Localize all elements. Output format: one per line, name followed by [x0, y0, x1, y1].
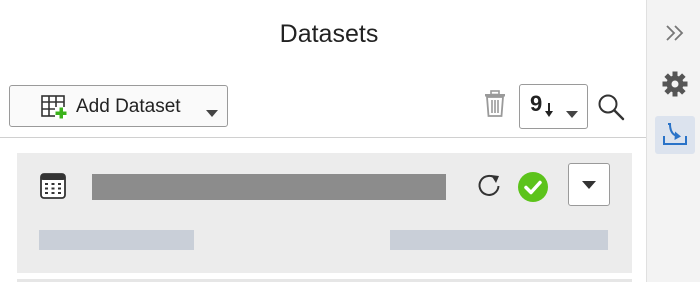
settings-button[interactable]: [655, 65, 695, 103]
panel-title: Datasets: [279, 20, 379, 48]
add-dataset-button[interactable]: Add Dataset: [9, 85, 228, 127]
sort-descending-icon: [545, 103, 553, 122]
sort-dropdown[interactable]: 9: [519, 84, 588, 129]
add-dataset-label: Add Dataset: [76, 96, 181, 117]
toolbar-divider: [0, 137, 646, 138]
chevron-down-icon: [566, 105, 578, 123]
chevron-down-icon: [582, 181, 596, 189]
check-circle-icon: [517, 171, 549, 208]
search-icon[interactable]: [597, 93, 625, 126]
datasets-panel: Datasets Add Dataset 9: [0, 0, 646, 282]
download-button[interactable]: [655, 116, 695, 154]
collapse-sidebar-button[interactable]: [655, 14, 695, 52]
table-icon: [40, 173, 66, 204]
gear-icon: [662, 71, 688, 97]
double-chevron-right-icon: [666, 25, 684, 41]
dataset-date-placeholder: [390, 230, 608, 250]
item-menu-button[interactable]: [568, 163, 610, 206]
table-plus-icon: [40, 94, 68, 125]
download-tray-icon: [663, 123, 687, 145]
sort-label: 9: [530, 91, 543, 116]
refresh-icon[interactable]: [476, 173, 502, 204]
dataset-meta-placeholder: [39, 230, 194, 250]
right-sidebar: [646, 0, 700, 282]
dataset-list-item[interactable]: [17, 153, 632, 273]
trash-icon[interactable]: [484, 90, 506, 123]
dataset-name-placeholder: [92, 174, 446, 200]
chevron-down-icon: [206, 104, 218, 122]
